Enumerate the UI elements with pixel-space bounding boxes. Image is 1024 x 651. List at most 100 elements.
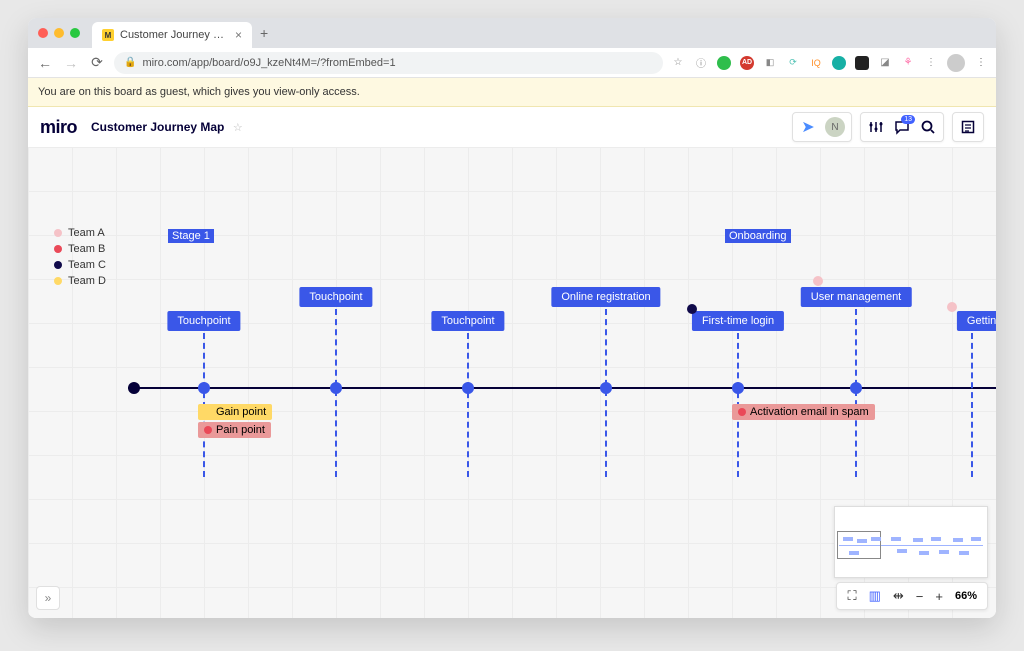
touchpoint-card[interactable]: Touchpoint xyxy=(299,287,372,307)
browser-tab[interactable]: M Customer Journey Map, Online × xyxy=(92,22,252,48)
address-bar: ← → ⟳ 🔒 miro.com/app/board/o9J_kzeNt4M=/… xyxy=(28,48,996,78)
team-dot-icon xyxy=(687,304,697,314)
profile-avatar-icon[interactable] xyxy=(947,54,965,72)
new-tab-button[interactable]: + xyxy=(260,25,268,41)
legend-row: Team C xyxy=(54,259,106,271)
touchpoint-card[interactable]: Online registration xyxy=(551,287,660,307)
connector-line xyxy=(971,333,973,477)
timeline xyxy=(128,387,996,389)
fit-icon[interactable]: ⇹ xyxy=(893,588,904,604)
tools-group: 13 xyxy=(860,112,944,142)
stage-label[interactable]: Stage 1 xyxy=(168,229,214,243)
ext-black-icon[interactable] xyxy=(855,56,869,70)
search-icon[interactable] xyxy=(919,119,937,135)
collapse-toolbar-icon[interactable]: » xyxy=(36,586,60,610)
timeline-start-node[interactable] xyxy=(128,382,140,394)
titlebar: M Customer Journey Map, Online × + xyxy=(28,18,996,48)
touchpoint-card[interactable]: First-time login xyxy=(692,311,784,331)
zoom-in-icon[interactable]: + xyxy=(935,589,943,604)
legend-row: Team B xyxy=(54,243,106,255)
touchpoint-card[interactable]: Touchpoint xyxy=(167,311,240,331)
point-label: Activation email in spam xyxy=(750,406,869,418)
zoom-level[interactable]: 66% xyxy=(955,590,977,602)
zoom-controls: ⛶ ▥ ⇹ − + 66% xyxy=(836,582,988,610)
legend-dot-icon xyxy=(54,261,62,269)
team-dot-icon xyxy=(947,302,957,312)
legend-label: Team D xyxy=(68,275,106,287)
app-header: miro Customer Journey Map ☆ ➤ N 13 xyxy=(28,107,996,147)
banner-text: You are on this board as guest, which gi… xyxy=(38,86,360,98)
legend-label: Team A xyxy=(68,227,105,239)
fullscreen-icon[interactable]: ⛶ xyxy=(847,588,856,604)
miro-logo[interactable]: miro xyxy=(40,117,77,138)
gain-point[interactable]: Gain point xyxy=(198,404,272,420)
ext-red-icon[interactable]: AD xyxy=(740,56,754,70)
touchpoint-card[interactable]: Getting xyxy=(957,311,996,331)
legend-dot-icon xyxy=(54,229,62,237)
connector-line xyxy=(335,309,337,477)
window-close-icon[interactable] xyxy=(38,28,48,38)
touchpoint-card[interactable]: Touchpoint xyxy=(431,311,504,331)
legend-row: Team D xyxy=(54,275,106,287)
connector-line xyxy=(605,309,607,477)
export-group xyxy=(952,112,984,142)
export-icon[interactable] xyxy=(959,119,977,135)
url-input[interactable]: 🔒 miro.com/app/board/o9J_kzeNt4M=/?fromE… xyxy=(114,52,663,74)
window-minimize-icon[interactable] xyxy=(54,28,64,38)
pain-point[interactable]: Activation email in spam xyxy=(732,404,875,420)
legend: Team A Team B Team C Team D xyxy=(54,227,106,291)
legend-dot-icon xyxy=(54,277,62,285)
user-avatar[interactable]: N xyxy=(825,117,845,137)
legend-label: Team C xyxy=(68,259,106,271)
ext-green-icon[interactable] xyxy=(717,56,731,70)
canvas[interactable]: Team A Team B Team C Team D Stage 1 Onboardi… xyxy=(28,147,996,618)
presence-group: ➤ N xyxy=(792,112,852,142)
legend-label: Team B xyxy=(68,243,105,255)
team-dot-icon xyxy=(813,276,823,286)
comment-badge: 13 xyxy=(901,115,915,124)
cursor-icon[interactable]: ➤ xyxy=(799,117,817,137)
legend-dot-icon xyxy=(54,245,62,253)
connector-line xyxy=(855,309,857,477)
header-left: miro Customer Journey Map ☆ xyxy=(40,117,243,138)
point-label: Gain point xyxy=(216,406,266,418)
ext-orange-icon[interactable]: IQ xyxy=(809,56,823,70)
legend-row: Team A xyxy=(54,227,106,239)
guest-banner: You are on this board as guest, which gi… xyxy=(28,78,996,107)
ext-teal-icon[interactable]: ⟳ xyxy=(786,56,800,70)
point-dot-icon xyxy=(738,408,746,416)
ext-gray-icon[interactable]: ◧ xyxy=(763,56,777,70)
board-title[interactable]: Customer Journey Map xyxy=(91,120,224,134)
nav-back-icon[interactable]: ← xyxy=(36,55,54,71)
traffic-lights xyxy=(38,28,80,38)
lock-icon: 🔒 xyxy=(124,57,136,68)
comment-icon[interactable]: 13 xyxy=(893,119,911,135)
tab-title: Customer Journey Map, Online xyxy=(120,29,229,41)
ext-pink-icon[interactable]: ⚘ xyxy=(901,56,915,70)
url-text: miro.com/app/board/o9J_kzeNt4M=/?fromEmb… xyxy=(142,57,395,69)
star-board-icon[interactable]: ☆ xyxy=(233,122,243,134)
stage-label[interactable]: Onboarding xyxy=(725,229,791,243)
zoom-out-icon[interactable]: − xyxy=(916,589,924,604)
browser-menu-icon[interactable]: ⋮ xyxy=(974,56,988,70)
header-right: ➤ N 13 xyxy=(792,112,984,142)
nav-reload-icon[interactable]: ⟳ xyxy=(88,54,106,71)
minimap[interactable] xyxy=(834,506,988,578)
minimap-viewport[interactable] xyxy=(837,531,881,559)
ext-bookmark-icon[interactable]: ◪ xyxy=(878,56,892,70)
tab-favicon-icon: M xyxy=(102,29,114,41)
nav-forward-icon[interactable]: → xyxy=(62,55,80,71)
star-icon[interactable]: ☆ xyxy=(671,56,685,70)
tab-close-icon[interactable]: × xyxy=(235,28,242,42)
browser-window: M Customer Journey Map, Online × + ← → ⟳… xyxy=(28,18,996,618)
pain-point[interactable]: Pain point xyxy=(198,422,271,438)
extension-icons: ☆ ⓘ AD ◧ ⟳ IQ ◪ ⚘ ⋮ ⋮ xyxy=(671,54,988,72)
frames-icon[interactable]: ▥ xyxy=(869,588,881,604)
ext-more-icon[interactable]: ⋮ xyxy=(924,56,938,70)
touchpoint-card[interactable]: User management xyxy=(801,287,912,307)
settings-icon[interactable] xyxy=(867,119,885,135)
connector-line xyxy=(467,333,469,477)
window-maximize-icon[interactable] xyxy=(70,28,80,38)
ext-info-icon[interactable]: ⓘ xyxy=(694,56,708,70)
ext-teal2-icon[interactable] xyxy=(832,56,846,70)
